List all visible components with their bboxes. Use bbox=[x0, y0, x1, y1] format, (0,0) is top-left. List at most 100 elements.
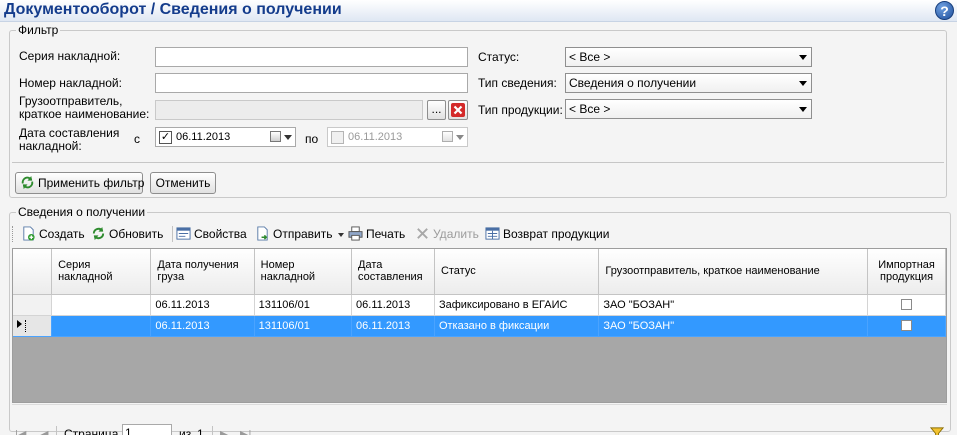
series-input[interactable] bbox=[155, 47, 468, 67]
cell-composed: 06.11.2013 bbox=[351, 294, 435, 316]
toolbar-separator bbox=[172, 226, 173, 242]
date-to-field[interactable]: 06.11.2013 bbox=[327, 127, 468, 147]
filter-settings-icon[interactable] bbox=[930, 426, 945, 435]
cell-status: Отказано в фиксации bbox=[434, 315, 600, 337]
page-label: Страница bbox=[64, 427, 119, 435]
cell-imported bbox=[867, 294, 946, 316]
list-legend: Сведения о получении bbox=[16, 205, 148, 219]
cell-imported bbox=[867, 315, 946, 337]
status-select[interactable]: < Все > bbox=[565, 47, 812, 67]
row-edit-cursor bbox=[25, 319, 26, 332]
date-to-value: 06.11.2013 bbox=[348, 131, 403, 143]
cell-received: 06.11.2013 bbox=[150, 294, 255, 316]
pager-divider bbox=[12, 404, 947, 405]
cell-composed: 06.11.2013 bbox=[351, 315, 435, 337]
date-from-label: с bbox=[134, 132, 140, 146]
cancel-filter-button[interactable]: Отменить bbox=[150, 172, 216, 194]
imported-checkbox[interactable] bbox=[901, 299, 913, 311]
page-input[interactable]: 1 bbox=[122, 424, 172, 435]
number-input[interactable] bbox=[155, 73, 468, 93]
properties-icon bbox=[176, 227, 191, 240]
print-button[interactable]: Печать bbox=[348, 225, 405, 243]
cell-series bbox=[51, 315, 152, 337]
chevron-down-icon[interactable] bbox=[456, 135, 464, 140]
info-type-select[interactable]: Сведения о получении bbox=[565, 73, 812, 93]
cell-status: Зафиксировано в ЕГАИС bbox=[434, 294, 600, 316]
list-toolbar: Создать Обновить Свойства Отправить Печа… bbox=[12, 223, 947, 245]
page-title: Документооборот / Сведения о получении bbox=[4, 1, 342, 18]
title-bar: Документооборот / Сведения о получении ? bbox=[0, 0, 957, 22]
row-indicator[interactable] bbox=[13, 315, 53, 337]
pager-separator bbox=[56, 426, 57, 435]
help-icon[interactable]: ? bbox=[935, 1, 954, 20]
prev-page-icon[interactable]: ◀ bbox=[40, 428, 48, 435]
imported-checkbox[interactable] bbox=[901, 320, 913, 332]
cell-number: 131106/01 bbox=[254, 315, 353, 337]
return-button[interactable]: Возврат продукции bbox=[485, 225, 609, 243]
number-label: Номер накладной: bbox=[19, 76, 122, 90]
refresh-icon bbox=[92, 227, 105, 241]
date-from-checkbox[interactable]: ✓ bbox=[159, 131, 172, 144]
date-to-checkbox[interactable] bbox=[331, 131, 344, 144]
total-pages: 1 bbox=[197, 427, 204, 435]
table-row[interactable]: 06.11.2013 131106/01 06.11.2013 Зафиксир… bbox=[13, 294, 946, 316]
clear-icon bbox=[451, 103, 465, 117]
shipper-input bbox=[155, 100, 423, 120]
print-icon bbox=[348, 226, 363, 241]
cell-received: 06.11.2013 bbox=[150, 315, 255, 337]
cell-shipper: ЗАО "БОЗАН" bbox=[598, 315, 869, 337]
col-header-series[interactable]: Серия накладной bbox=[51, 249, 152, 295]
info-type-label: Тип сведения: bbox=[478, 76, 557, 90]
apply-filter-button[interactable]: Применить фильтр bbox=[15, 172, 144, 194]
chevron-down-icon bbox=[337, 232, 344, 237]
row-indicator-icon bbox=[17, 320, 22, 329]
results-table: Серия накладной Дата получения груза Ном… bbox=[13, 249, 946, 337]
pager-separator bbox=[212, 426, 213, 435]
toolbar-grip bbox=[12, 226, 14, 242]
pager: |◀ ◀ Страница 1 из 1 ▶ ▶| bbox=[12, 424, 947, 435]
col-header-composed[interactable]: Дата составления bbox=[351, 249, 435, 295]
delete-button[interactable]: Удалить bbox=[415, 225, 479, 243]
send-icon bbox=[257, 226, 268, 241]
shipper-clear-button[interactable] bbox=[448, 100, 468, 120]
calendar-icon[interactable] bbox=[442, 131, 453, 142]
product-type-select[interactable]: < Все > bbox=[565, 99, 812, 119]
chevron-down-icon bbox=[799, 55, 807, 60]
calendar-icon[interactable] bbox=[270, 131, 281, 142]
next-page-icon[interactable]: ▶ bbox=[220, 428, 228, 435]
date-label-line2: накладной: bbox=[19, 139, 82, 153]
col-header-shipper[interactable]: Грузоотправитель, краткое наименование bbox=[598, 249, 869, 295]
filter-legend: Фильтр bbox=[16, 23, 61, 37]
send-button[interactable]: Отправить bbox=[255, 225, 344, 243]
return-icon bbox=[485, 227, 500, 240]
cell-number: 131106/01 bbox=[254, 294, 353, 316]
apply-filter-icon bbox=[21, 176, 34, 190]
results-grid: Серия накладной Дата получения груза Ном… bbox=[12, 248, 947, 403]
col-header-received[interactable]: Дата получения груза bbox=[150, 249, 255, 295]
product-type-label: Тип продукции: bbox=[478, 103, 563, 117]
create-icon bbox=[23, 226, 35, 241]
shipper-label-line2: краткое наименование: bbox=[19, 107, 150, 121]
shipper-browse-button[interactable]: ... bbox=[427, 100, 446, 120]
col-header-number[interactable]: Номер накладной bbox=[254, 249, 353, 295]
date-from-value: 06.11.2013 bbox=[176, 131, 231, 143]
create-button[interactable]: Создать bbox=[21, 225, 85, 243]
table-row[interactable]: 06.11.2013 131106/01 06.11.2013 Отказано… bbox=[13, 315, 946, 337]
of-label: из bbox=[179, 427, 192, 435]
col-header-imported[interactable]: Импортная продукция bbox=[867, 249, 946, 295]
cell-series bbox=[51, 294, 152, 316]
properties-button[interactable]: Свойства bbox=[176, 225, 247, 243]
status-label: Статус: bbox=[478, 50, 520, 64]
refresh-button[interactable]: Обновить bbox=[91, 225, 163, 243]
date-to-label: по bbox=[305, 132, 319, 146]
chevron-down-icon[interactable] bbox=[284, 135, 292, 140]
filter-divider bbox=[12, 162, 944, 163]
row-indicator[interactable] bbox=[13, 294, 53, 316]
first-page-icon[interactable]: |◀ bbox=[15, 428, 26, 435]
chevron-down-icon bbox=[799, 107, 807, 112]
last-page-icon[interactable]: ▶| bbox=[240, 428, 251, 435]
col-header-status[interactable]: Статус bbox=[434, 249, 600, 295]
chevron-down-icon bbox=[799, 81, 807, 86]
date-from-field[interactable]: ✓ 06.11.2013 bbox=[155, 127, 296, 147]
series-label: Серия накладной: bbox=[19, 49, 121, 63]
